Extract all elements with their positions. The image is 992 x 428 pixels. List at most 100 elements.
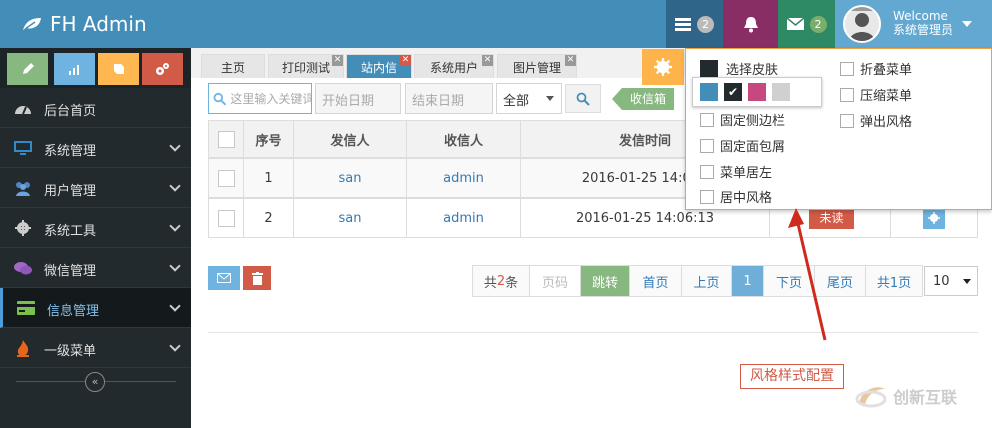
row-receiver[interactable]: admin [406,198,521,238]
close-icon[interactable]: ✕ [332,55,343,66]
sidebar-item-label: 一级菜单 [44,344,97,359]
sidebar-collapse-button[interactable]: « [85,372,105,392]
center-style-option[interactable]: 居中风格 [700,187,772,206]
tasks-menu[interactable]: 2 [666,0,723,48]
sidebar-item-system[interactable]: 系统管理 [0,128,191,168]
skin-swatch-pink[interactable] [748,83,766,101]
go-button[interactable]: 跳转 [580,265,630,297]
envelope-icon [217,273,231,283]
popup-style-checkbox[interactable] [840,113,854,128]
bar-chart-icon [68,65,79,75]
fold-menu-option[interactable]: 折叠菜单 [840,59,912,78]
sidebar-item-menu1[interactable]: 一级菜单 [0,328,191,368]
sidebar-item-messages[interactable]: 信息管理 [0,288,191,328]
send-message-button[interactable] [208,266,240,290]
start-date-field[interactable]: 开始日期 [315,83,401,114]
chevron-down-icon [169,220,181,232]
compress-menu-checkbox[interactable] [840,87,854,102]
row-sender[interactable]: san [293,158,407,198]
menu-left-checkbox[interactable] [700,164,714,179]
watermark-text: 创新互联 [893,388,958,407]
tab-system-users[interactable]: 系统用户 ✕ [414,54,494,78]
shortcut-pencil-button[interactable] [7,53,48,85]
sidebar-item-wechat[interactable]: 微信管理 [0,248,191,288]
row-checkbox[interactable] [217,209,235,227]
column-header: 序号 [243,120,294,158]
pencil-icon [22,63,34,74]
tab-image-management[interactable]: 图片管理 ✕ [497,54,577,78]
skin-swatch-blue[interactable] [700,83,718,101]
watermark: 创新互联 [855,383,957,409]
close-icon[interactable]: ✕ [565,55,576,66]
row-receiver[interactable]: admin [406,158,521,198]
gear-icon [14,220,32,236]
shortcut-chart-button[interactable] [54,53,95,85]
chevron-down-icon [169,140,181,152]
chevron-down-icon [169,300,181,312]
watermark-logo [855,387,887,408]
messages-menu[interactable]: 2 [778,0,835,48]
close-icon[interactable]: ✕ [400,55,411,66]
annotation-arrow [788,208,827,341]
fixed-breadcrumb-checkbox[interactable] [700,138,714,153]
shortcut-book-button[interactable] [98,53,139,85]
bell-icon [743,16,758,32]
user-menu[interactable]: Welcome 系统管理员 [835,0,992,48]
delete-button[interactable] [243,266,271,290]
compress-menu-option[interactable]: 压缩菜单 [840,85,912,104]
users-icon [14,180,32,196]
fixed-breadcrumb-option[interactable]: 固定面包屑 [700,136,785,155]
popup-style-option[interactable]: 弹出风格 [840,111,912,130]
sidebar-item-home[interactable]: 后台首页 [0,88,191,128]
pagination-total: 共2条 [472,265,530,297]
first-page-button[interactable]: 首页 [629,265,682,297]
total-count: 2 [496,273,506,289]
tab-inbox[interactable]: 站内信 ✕ [346,54,412,78]
row-checkbox[interactable] [217,169,235,187]
tab-label: 站内信 [360,61,397,75]
skin-swatch-dark[interactable]: ✔ [724,83,742,101]
current-page[interactable]: 1 [731,265,764,297]
row-sender[interactable]: san [293,198,407,238]
inbox-tag[interactable]: 收信箱 [612,88,674,110]
tab-label: 打印测试 [281,61,330,75]
row-settings-button[interactable] [923,207,945,229]
trash-icon [251,271,263,285]
tab-home[interactable]: 主页 [201,54,265,78]
skin-option[interactable]: 选择皮肤 [700,59,778,78]
skin-swatch-gray[interactable] [772,83,790,101]
menu-left-option[interactable]: 菜单居左 [700,162,772,181]
fixed-sidebar-checkbox[interactable] [700,112,714,127]
page-number-input[interactable]: 页码 [529,265,581,297]
sidebar-item-users[interactable]: 用户管理 [0,168,191,208]
select-all-checkbox[interactable] [217,130,235,148]
tab-print-test[interactable]: 打印测试 ✕ [268,54,344,78]
search-icon [213,92,227,105]
option-label: 弹出风格 [860,115,913,130]
page-size-select[interactable]: 10 [924,266,978,296]
status-select[interactable]: 全部 [496,83,562,114]
caret-down-icon [962,21,972,27]
prev-page-button[interactable]: 上页 [681,265,732,297]
select-all-cell [208,120,244,158]
caret-down-icon [963,279,971,284]
settings-toggle-button[interactable] [642,49,684,85]
close-icon[interactable]: ✕ [482,55,493,66]
center-style-checkbox[interactable] [700,189,714,204]
chevron-down-icon [169,260,181,272]
end-date-field[interactable]: 结束日期 [405,83,493,114]
annotation-label: 风格样式配置 [740,364,844,389]
search-placeholder: 这里输入关键词 [230,92,311,106]
sidebar-item-label: 微信管理 [44,264,97,279]
sidebar-item-tools[interactable]: 系统工具 [0,208,191,248]
total-suffix: 条 [505,275,519,291]
search-input[interactable]: 这里输入关键词 [208,83,312,114]
notifications-menu[interactable] [723,0,778,48]
search-button[interactable] [565,84,601,113]
shortcut-cogs-button[interactable] [142,53,183,85]
sidebar-item-label: 后台首页 [44,104,97,119]
brand[interactable]: FH Admin [22,12,147,36]
column-header: 发信人 [293,120,407,158]
fixed-sidebar-option[interactable]: 固定侧边栏 [700,110,785,129]
fold-menu-checkbox[interactable] [840,61,854,76]
